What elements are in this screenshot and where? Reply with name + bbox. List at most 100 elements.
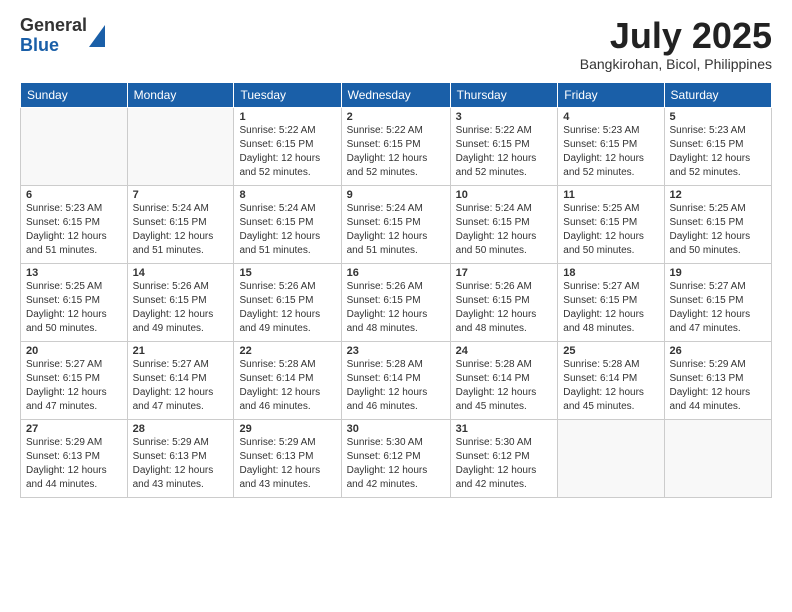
day-number: 25 — [563, 345, 658, 357]
day-info: Sunrise: 5:23 AM Sunset: 6:15 PM Dayligh… — [670, 124, 766, 180]
day-cell: 17Sunrise: 5:26 AM Sunset: 6:15 PM Dayli… — [450, 263, 558, 341]
day-cell: 28Sunrise: 5:29 AM Sunset: 6:13 PM Dayli… — [127, 419, 234, 497]
calendar-table: Sunday Monday Tuesday Wednesday Thursday… — [20, 82, 772, 498]
day-cell: 8Sunrise: 5:24 AM Sunset: 6:15 PM Daylig… — [234, 185, 341, 263]
logo: General Blue — [20, 16, 105, 56]
month-title: July 2025 — [580, 16, 772, 56]
day-number: 19 — [670, 267, 766, 279]
day-number: 22 — [239, 345, 335, 357]
day-info: Sunrise: 5:30 AM Sunset: 6:12 PM Dayligh… — [347, 436, 445, 492]
day-cell: 6Sunrise: 5:23 AM Sunset: 6:15 PM Daylig… — [21, 185, 128, 263]
day-number: 9 — [347, 189, 445, 201]
day-cell: 3Sunrise: 5:22 AM Sunset: 6:15 PM Daylig… — [450, 107, 558, 185]
day-number: 16 — [347, 267, 445, 279]
col-sunday: Sunday — [21, 82, 128, 107]
day-info: Sunrise: 5:27 AM Sunset: 6:15 PM Dayligh… — [26, 358, 122, 414]
day-cell: 4Sunrise: 5:23 AM Sunset: 6:15 PM Daylig… — [558, 107, 664, 185]
day-info: Sunrise: 5:26 AM Sunset: 6:15 PM Dayligh… — [456, 280, 553, 336]
day-info: Sunrise: 5:23 AM Sunset: 6:15 PM Dayligh… — [26, 202, 122, 258]
day-number: 23 — [347, 345, 445, 357]
day-number: 20 — [26, 345, 122, 357]
day-number: 21 — [133, 345, 229, 357]
day-cell: 21Sunrise: 5:27 AM Sunset: 6:14 PM Dayli… — [127, 341, 234, 419]
day-number: 28 — [133, 423, 229, 435]
day-info: Sunrise: 5:22 AM Sunset: 6:15 PM Dayligh… — [239, 124, 335, 180]
day-info: Sunrise: 5:24 AM Sunset: 6:15 PM Dayligh… — [239, 202, 335, 258]
day-cell: 22Sunrise: 5:28 AM Sunset: 6:14 PM Dayli… — [234, 341, 341, 419]
day-cell: 12Sunrise: 5:25 AM Sunset: 6:15 PM Dayli… — [664, 185, 771, 263]
day-number: 11 — [563, 189, 658, 201]
col-wednesday: Wednesday — [341, 82, 450, 107]
day-cell: 2Sunrise: 5:22 AM Sunset: 6:15 PM Daylig… — [341, 107, 450, 185]
day-info: Sunrise: 5:22 AM Sunset: 6:15 PM Dayligh… — [347, 124, 445, 180]
day-cell: 23Sunrise: 5:28 AM Sunset: 6:14 PM Dayli… — [341, 341, 450, 419]
week-row-5: 27Sunrise: 5:29 AM Sunset: 6:13 PM Dayli… — [21, 419, 772, 497]
week-row-2: 6Sunrise: 5:23 AM Sunset: 6:15 PM Daylig… — [21, 185, 772, 263]
day-number: 1 — [239, 111, 335, 123]
col-monday: Monday — [127, 82, 234, 107]
day-cell: 26Sunrise: 5:29 AM Sunset: 6:13 PM Dayli… — [664, 341, 771, 419]
day-info: Sunrise: 5:28 AM Sunset: 6:14 PM Dayligh… — [456, 358, 553, 414]
day-number: 4 — [563, 111, 658, 123]
day-number: 26 — [670, 345, 766, 357]
title-block: July 2025 Bangkirohan, Bicol, Philippine… — [580, 16, 772, 72]
day-number: 30 — [347, 423, 445, 435]
day-info: Sunrise: 5:25 AM Sunset: 6:15 PM Dayligh… — [670, 202, 766, 258]
day-info: Sunrise: 5:29 AM Sunset: 6:13 PM Dayligh… — [26, 436, 122, 492]
day-number: 5 — [670, 111, 766, 123]
day-cell: 18Sunrise: 5:27 AM Sunset: 6:15 PM Dayli… — [558, 263, 664, 341]
day-number: 12 — [670, 189, 766, 201]
day-cell: 13Sunrise: 5:25 AM Sunset: 6:15 PM Dayli… — [21, 263, 128, 341]
day-cell: 24Sunrise: 5:28 AM Sunset: 6:14 PM Dayli… — [450, 341, 558, 419]
week-row-1: 1Sunrise: 5:22 AM Sunset: 6:15 PM Daylig… — [21, 107, 772, 185]
day-number: 2 — [347, 111, 445, 123]
day-cell: 1Sunrise: 5:22 AM Sunset: 6:15 PM Daylig… — [234, 107, 341, 185]
day-number: 29 — [239, 423, 335, 435]
day-info: Sunrise: 5:24 AM Sunset: 6:15 PM Dayligh… — [133, 202, 229, 258]
day-cell: 29Sunrise: 5:29 AM Sunset: 6:13 PM Dayli… — [234, 419, 341, 497]
day-info: Sunrise: 5:25 AM Sunset: 6:15 PM Dayligh… — [563, 202, 658, 258]
day-cell — [21, 107, 128, 185]
day-number: 8 — [239, 189, 335, 201]
day-number: 17 — [456, 267, 553, 279]
page: General Blue July 2025 Bangkirohan, Bico… — [0, 0, 792, 612]
col-thursday: Thursday — [450, 82, 558, 107]
location-subtitle: Bangkirohan, Bicol, Philippines — [580, 56, 772, 72]
day-cell: 19Sunrise: 5:27 AM Sunset: 6:15 PM Dayli… — [664, 263, 771, 341]
day-info: Sunrise: 5:30 AM Sunset: 6:12 PM Dayligh… — [456, 436, 553, 492]
day-number: 31 — [456, 423, 553, 435]
col-tuesday: Tuesday — [234, 82, 341, 107]
day-cell: 11Sunrise: 5:25 AM Sunset: 6:15 PM Dayli… — [558, 185, 664, 263]
day-info: Sunrise: 5:25 AM Sunset: 6:15 PM Dayligh… — [26, 280, 122, 336]
day-info: Sunrise: 5:26 AM Sunset: 6:15 PM Dayligh… — [239, 280, 335, 336]
day-cell: 9Sunrise: 5:24 AM Sunset: 6:15 PM Daylig… — [341, 185, 450, 263]
day-info: Sunrise: 5:27 AM Sunset: 6:15 PM Dayligh… — [670, 280, 766, 336]
day-number: 14 — [133, 267, 229, 279]
day-number: 10 — [456, 189, 553, 201]
day-cell — [558, 419, 664, 497]
day-number: 15 — [239, 267, 335, 279]
day-info: Sunrise: 5:22 AM Sunset: 6:15 PM Dayligh… — [456, 124, 553, 180]
logo-general: General — [20, 16, 87, 36]
day-cell: 15Sunrise: 5:26 AM Sunset: 6:15 PM Dayli… — [234, 263, 341, 341]
day-number: 6 — [26, 189, 122, 201]
day-cell: 25Sunrise: 5:28 AM Sunset: 6:14 PM Dayli… — [558, 341, 664, 419]
day-cell — [664, 419, 771, 497]
header: General Blue July 2025 Bangkirohan, Bico… — [20, 16, 772, 72]
day-cell: 10Sunrise: 5:24 AM Sunset: 6:15 PM Dayli… — [450, 185, 558, 263]
day-info: Sunrise: 5:28 AM Sunset: 6:14 PM Dayligh… — [347, 358, 445, 414]
day-number: 24 — [456, 345, 553, 357]
day-info: Sunrise: 5:26 AM Sunset: 6:15 PM Dayligh… — [347, 280, 445, 336]
week-row-4: 20Sunrise: 5:27 AM Sunset: 6:15 PM Dayli… — [21, 341, 772, 419]
day-info: Sunrise: 5:26 AM Sunset: 6:15 PM Dayligh… — [133, 280, 229, 336]
day-info: Sunrise: 5:23 AM Sunset: 6:15 PM Dayligh… — [563, 124, 658, 180]
day-cell — [127, 107, 234, 185]
day-cell: 27Sunrise: 5:29 AM Sunset: 6:13 PM Dayli… — [21, 419, 128, 497]
day-info: Sunrise: 5:27 AM Sunset: 6:15 PM Dayligh… — [563, 280, 658, 336]
day-cell: 16Sunrise: 5:26 AM Sunset: 6:15 PM Dayli… — [341, 263, 450, 341]
day-info: Sunrise: 5:24 AM Sunset: 6:15 PM Dayligh… — [456, 202, 553, 258]
day-info: Sunrise: 5:27 AM Sunset: 6:14 PM Dayligh… — [133, 358, 229, 414]
day-cell: 31Sunrise: 5:30 AM Sunset: 6:12 PM Dayli… — [450, 419, 558, 497]
day-info: Sunrise: 5:28 AM Sunset: 6:14 PM Dayligh… — [563, 358, 658, 414]
logo-icon — [89, 25, 105, 47]
